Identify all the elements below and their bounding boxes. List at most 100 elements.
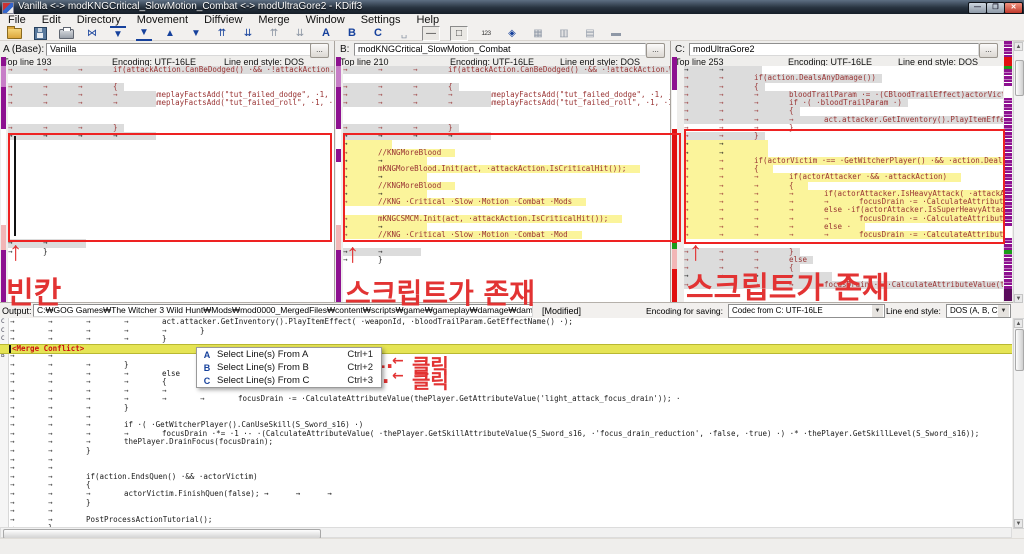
code-line: →→→} bbox=[343, 124, 670, 132]
select-c-icon[interactable]: C bbox=[370, 27, 386, 40]
scroll-up-icon[interactable]: ▲ bbox=[1014, 42, 1023, 51]
menu-merge[interactable]: Merge bbox=[250, 14, 297, 27]
split-window-icon[interactable]: ▦ bbox=[530, 27, 546, 40]
pane-c-file-field[interactable]: modUltraGore2 bbox=[689, 43, 979, 56]
toolbar: ⋈ ▼ ▼ ▲ ▼ ⇈ ⇊ ⇈ ⇊ ABC ␣ — □ 123 ◈ ▦ ▥ ▤ ▬ bbox=[0, 27, 1024, 41]
menu-window[interactable]: Window bbox=[298, 14, 353, 27]
code-text: } bbox=[124, 360, 129, 369]
next-conflict-icon[interactable]: ⇊ bbox=[240, 27, 256, 40]
join-window-icon[interactable]: ▬ bbox=[608, 27, 624, 40]
pane-c-label: C: bbox=[675, 44, 685, 55]
tab-marker: → bbox=[10, 413, 48, 422]
modified-badge: [Modified] bbox=[542, 306, 581, 316]
save-icon[interactable] bbox=[32, 27, 48, 40]
tab-marker: → bbox=[124, 395, 162, 404]
menu-diffview[interactable]: Diffview bbox=[196, 14, 250, 27]
horizontal-scrollbar[interactable] bbox=[0, 527, 1012, 538]
prev-unsolved-conflict-icon[interactable]: ⇈ bbox=[266, 27, 282, 40]
goto-current-delta-icon[interactable]: ⋈ bbox=[84, 27, 100, 40]
tab-marker: → bbox=[719, 74, 754, 82]
prev-delta-icon[interactable]: ▲ bbox=[162, 27, 178, 40]
menu-bar: FileEditDirectoryMovementDiffviewMergeWi… bbox=[0, 14, 1024, 28]
output-vertical-scrollbar[interactable]: ▲ ▼ bbox=[1013, 318, 1024, 529]
diff-overview-column[interactable] bbox=[1004, 41, 1012, 301]
tab-marker: → bbox=[78, 83, 113, 91]
scrollbar-thumb[interactable] bbox=[1015, 60, 1024, 96]
prev-conflict-icon[interactable]: ⇈ bbox=[214, 27, 230, 40]
scrollbar-thumb[interactable] bbox=[1015, 329, 1024, 371]
tab-marker: → bbox=[113, 91, 148, 99]
source-letter: C bbox=[1, 327, 5, 334]
next-unsolved-conflict-icon[interactable]: ⇊ bbox=[292, 27, 308, 40]
tab-marker: → bbox=[378, 91, 413, 99]
annotation-box-b bbox=[343, 133, 681, 242]
print-icon[interactable] bbox=[58, 27, 74, 40]
show-whitespace-chars-toggle[interactable]: — bbox=[422, 26, 440, 41]
menu-settings[interactable]: Settings bbox=[353, 14, 409, 27]
tab-marker: → bbox=[343, 83, 378, 91]
ctx-item-shortcut: Ctrl+3 bbox=[347, 375, 381, 386]
goto-last-delta-icon[interactable]: ▼ bbox=[136, 26, 152, 41]
split-window-2-icon[interactable]: ▥ bbox=[556, 27, 572, 40]
scroll-down-icon[interactable]: ▼ bbox=[1014, 519, 1023, 528]
split-window-3-icon[interactable]: ▤ bbox=[582, 27, 598, 40]
tab-marker: → bbox=[719, 91, 754, 99]
pane-b-browse-button[interactable]: ... bbox=[646, 43, 665, 58]
pane-b-label: B: bbox=[340, 44, 349, 55]
maximize-button[interactable]: ❐ bbox=[986, 2, 1005, 14]
line-end-style-select[interactable]: DOS (A, B, C) bbox=[946, 304, 1011, 318]
code-text: act.attacker.GetInventory().PlayItemEffe… bbox=[162, 318, 573, 326]
close-button[interactable]: ✕ bbox=[1004, 2, 1023, 14]
menu-file[interactable]: File bbox=[0, 14, 34, 27]
select-a-icon[interactable]: A bbox=[318, 27, 334, 40]
pane-divider-ab bbox=[334, 41, 335, 302]
ctx-select-from-b[interactable]: BSelect Line(s) From BCtrl+2 bbox=[197, 361, 381, 374]
tab-marker: → bbox=[48, 370, 86, 379]
open-icon[interactable] bbox=[6, 27, 22, 40]
merge-output-editor[interactable]: CCC?B →→→→act.attacker.GetInventory().Pl… bbox=[0, 318, 1012, 527]
print-icon bbox=[59, 29, 74, 39]
show-whitespace-icon[interactable]: ␣ bbox=[396, 27, 412, 40]
tab-marker: → bbox=[684, 91, 719, 99]
code-line: →→→thePlayer.DrainFocus(focusDrain); bbox=[10, 438, 1010, 447]
minimize-button[interactable]: — bbox=[968, 2, 987, 14]
pane-a-file-field[interactable]: Vanilla bbox=[46, 43, 312, 56]
settings-diamond-icon[interactable]: ◈ bbox=[504, 27, 520, 40]
code-line: →→→if ·( ·bloodTrailParam ·) bbox=[684, 99, 1003, 107]
tab-marker: → bbox=[48, 318, 86, 327]
tab-marker: → bbox=[10, 430, 48, 439]
tab-marker: → bbox=[10, 318, 48, 327]
code-text: } bbox=[43, 247, 48, 256]
pane-b-overview-strip bbox=[336, 57, 341, 302]
tab-marker: → bbox=[86, 335, 124, 344]
goto-first-delta-icon[interactable]: ▼ bbox=[110, 26, 126, 41]
code-text: } bbox=[86, 498, 91, 507]
next-delta-icon[interactable]: ▼ bbox=[188, 27, 204, 40]
code-line bbox=[8, 107, 334, 115]
code-line: →→→→GameplayFactsAdd("tut_failed_roll", … bbox=[343, 99, 670, 107]
scroll-up-icon[interactable]: ▲ bbox=[1014, 319, 1023, 328]
tab-marker: → bbox=[48, 378, 86, 387]
ctx-select-from-c[interactable]: CSelect Line(s) From CCtrl+3 bbox=[197, 374, 381, 387]
tab-marker: → bbox=[48, 481, 86, 490]
tab-marker: → bbox=[48, 499, 86, 508]
annotation-left-arrow-2: ← bbox=[392, 368, 404, 384]
panes-vertical-scrollbar[interactable]: ▲ ▼ bbox=[1013, 41, 1024, 304]
pane-a-browse-button[interactable]: ... bbox=[310, 43, 329, 58]
show-linenumbers-toggle[interactable]: □ bbox=[450, 26, 468, 41]
pane-b-file-field[interactable]: modKNGCritical_SlowMotion_Combat bbox=[354, 43, 646, 56]
tab-marker: → bbox=[86, 370, 124, 379]
tab-marker: → bbox=[10, 352, 48, 361]
menu-edit[interactable]: Edit bbox=[34, 14, 69, 27]
line-numbers-icon[interactable]: 123 bbox=[478, 27, 494, 40]
tab-marker: → bbox=[684, 107, 719, 115]
code-text: act.attacker.GetInventory().PlayItemEffe… bbox=[824, 115, 1003, 124]
ctx-select-from-a[interactable]: ASelect Line(s) From ACtrl+1 bbox=[197, 348, 381, 361]
pane-c-browse-button[interactable]: ... bbox=[979, 43, 998, 58]
tab-marker: → bbox=[48, 395, 86, 404]
code-text: { bbox=[162, 377, 167, 386]
scroll-down-icon[interactable]: ▼ bbox=[1014, 294, 1023, 303]
tab-marker: → bbox=[86, 327, 124, 336]
tab-marker: → bbox=[86, 438, 124, 447]
select-b-icon[interactable]: B bbox=[344, 27, 360, 40]
